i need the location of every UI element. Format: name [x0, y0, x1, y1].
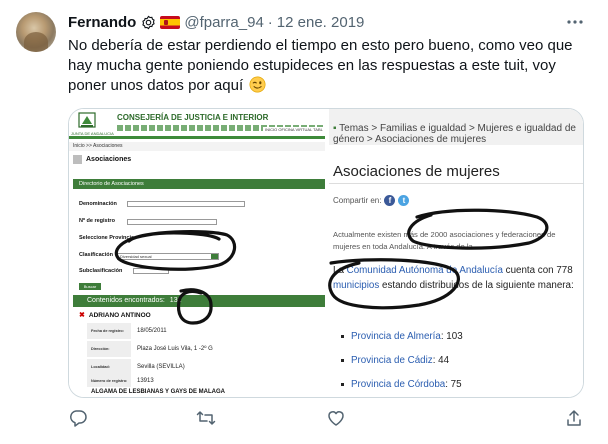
label-denominacion: Denominación [79, 201, 117, 207]
media-image-junta-mujeres[interactable]: ▪ Temas > Familias e igualdad > Mujeres … [329, 109, 583, 397]
detail-row: Localidad: Sevilla (SEVILLA) [87, 359, 323, 375]
province-link: Provincia de Cádiz [351, 355, 433, 366]
more-options-icon[interactable] [566, 14, 584, 30]
tweet: Fernando @fparra_94 · 12 ene. 2019 No de… [0, 0, 608, 444]
junta-logo-icon [78, 112, 96, 128]
entry-name: ADRIANO ANTINOO [88, 311, 151, 319]
avatar[interactable] [16, 12, 56, 52]
share-row: Compartir en: f t [333, 195, 410, 206]
mujeres-title: Asociaciones de mujeres [333, 163, 500, 180]
junta-logo-text: JUNTA DE ANDALUCIA [71, 131, 114, 136]
entry-bullet-icon: ✖ [79, 312, 85, 319]
buscar-button: Buscar [79, 283, 101, 290]
detail-row: Número de registro: 13913 [87, 375, 323, 387]
twitter-icon: t [398, 195, 410, 206]
denominacion-input [127, 201, 245, 207]
bullet-icon [341, 359, 344, 362]
label-subclasificacion: Subclasificación [79, 268, 123, 274]
detail-value: Plaza José Luis Vila, 1 -2º G [137, 346, 213, 352]
detail-value: 18/05/2011 [137, 328, 167, 334]
retweet-icon[interactable] [196, 408, 216, 428]
select-arrow-icon [211, 254, 218, 259]
province-count: : 75 [445, 379, 462, 390]
p2-text-a: La [333, 265, 347, 276]
separator-dot: · [267, 13, 273, 31]
like-icon[interactable] [326, 408, 346, 428]
results-found-count: 131 [169, 297, 182, 304]
p2-text-c: estando distribuidos de la siguiente man… [379, 280, 574, 291]
divider [329, 183, 583, 184]
tweet-actions [68, 404, 584, 432]
heading-square-icon [73, 155, 82, 164]
facebook-icon: f [384, 195, 396, 206]
tweet-body: No debería de estar perdiendo el tiempo … [68, 37, 573, 94]
label-clasificacion: Clasificación [79, 252, 113, 258]
detail-key: Número de registro: [87, 375, 131, 387]
label-registro: Nº de registro [79, 218, 115, 224]
detail-row: Dirección: Plaza José Luis Vila, 1 -2º G [87, 341, 323, 357]
province-count: : 103 [440, 331, 463, 342]
detail-key: Dirección: [87, 341, 131, 357]
spain-flag-icon [160, 15, 181, 29]
settings-badge-icon [142, 15, 156, 29]
detail-key: Fecha de registro: [87, 323, 131, 339]
display-name[interactable]: Fernando [68, 14, 136, 31]
tweet-header: Fernando @fparra_94 · 12 ene. 2019 [68, 12, 364, 32]
detail-row: Fecha de registro: 18/05/2011 [87, 323, 323, 339]
next-entry: ALGAMA DE LESBIANAS Y GAYS DE MALAGA [91, 389, 226, 395]
intro-paragraph: Actualmente existen más de 2000 asociaci… [333, 230, 556, 251]
province-link: Provincia de Almería [351, 331, 441, 342]
media-image-junta[interactable]: JUNTA DE ANDALUCIA CONSEJERÍA DE JUSTICI… [69, 109, 327, 397]
clasificacion-select: Diversidad sexual [117, 253, 219, 260]
junta-header: JUNTA DE ANDALUCIA CONSEJERÍA DE JUSTICI… [69, 109, 325, 139]
province-link: Provincia de Córdoba [351, 379, 446, 390]
results-found-bar: Contenidos encontrados: 131 [73, 295, 325, 307]
winking-face-icon [249, 76, 266, 93]
registro-input [127, 219, 217, 225]
link-comunidad: Comunidad Autónoma de Andalucía [346, 265, 503, 276]
detail-key: Localidad: [87, 359, 131, 375]
junta-nav-links: INICIO OFICINA VIRTUAL TABL [263, 127, 325, 132]
mujeres-breadcrumb: ▪ Temas > Familias e igualdad > Mujeres … [329, 109, 583, 145]
junta-heading-text: Asociaciones [86, 156, 132, 163]
link-municipios: municipios [333, 280, 380, 291]
entry-title: ✖ ADRIANO ANTINOO [79, 311, 151, 320]
mujeres-breadcrumb-text: Temas > Familias e igualdad > Mujeres e … [333, 123, 576, 145]
tweet-date[interactable]: 12 ene. 2019 [277, 14, 365, 31]
subclasificacion-select [133, 268, 169, 274]
bullet-icon [341, 335, 344, 338]
reply-icon[interactable] [68, 408, 88, 428]
label-provincia: Seleccione Provincia [79, 235, 135, 241]
clasificacion-value: Diversidad sexual [120, 254, 152, 259]
detail-value: 13913 [137, 378, 154, 384]
junta-title: CONSEJERÍA DE JUSTICIA E INTERIOR [117, 113, 269, 122]
p2-text-b: cuenta con 778 [502, 265, 573, 276]
junta-heading: Asociaciones [73, 155, 131, 164]
municipios-paragraph: La Comunidad Autónoma de Andalucía cuent… [333, 263, 583, 293]
directory-bar: Directorio de Asociaciones [73, 179, 325, 189]
share-label: Compartir en: [333, 196, 382, 205]
province-count: : 44 [432, 355, 450, 366]
list-item: Provincia de Córdoba: 75 [341, 379, 462, 390]
user-handle[interactable]: @fparra_94 [184, 14, 263, 31]
list-item: Provincia de Cádiz: 44 [341, 355, 449, 366]
share-icon[interactable] [564, 408, 584, 428]
list-item: Provincia de Almería: 103 [341, 331, 463, 342]
bullet-icon [341, 383, 344, 386]
tweet-media[interactable]: JUNTA DE ANDALUCIA CONSEJERÍA DE JUSTICI… [68, 108, 584, 398]
detail-value: Sevilla (SEVILLA) [137, 364, 185, 370]
results-found-label: Contenidos encontrados: [87, 297, 165, 304]
junta-breadcrumb: Inicio >> Asociaciones [69, 142, 325, 151]
tweet-text: No debería de estar perdiendo el tiempo … [68, 36, 584, 96]
